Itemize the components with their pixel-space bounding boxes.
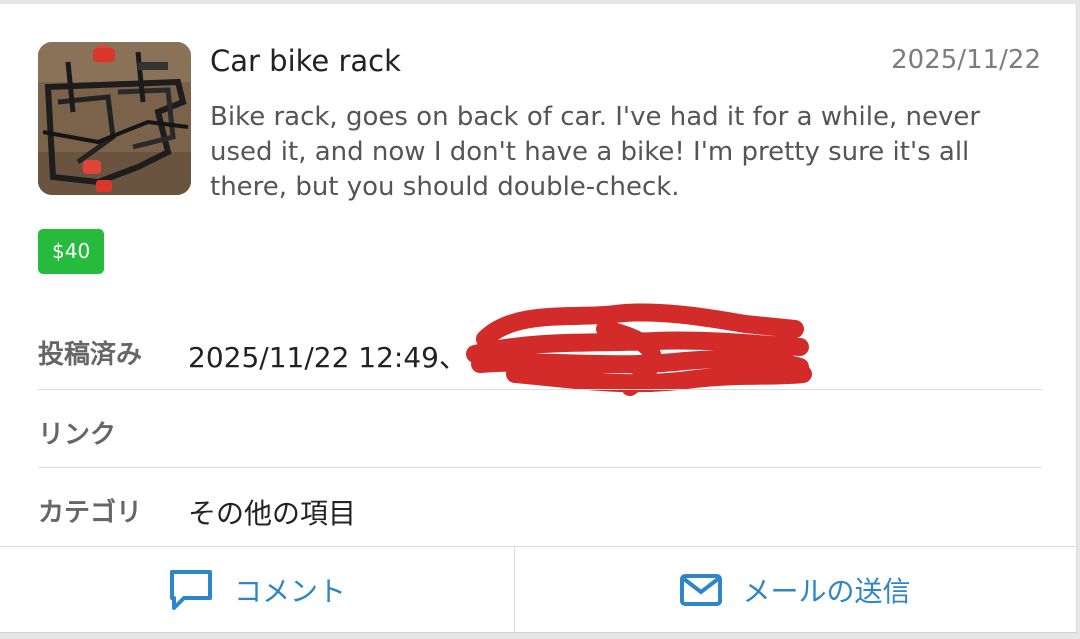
listing-card: Car bike rack 2025/11/22 Bike rack, goes… [0,4,1077,633]
divider [38,389,1042,390]
posted-value: 2025/11/22 12:49、 [188,341,467,374]
send-email-button[interactable]: メールの送信 [515,547,1076,633]
mail-icon [680,574,723,606]
posted-label: 投稿済み [38,340,143,370]
listing-description: Bike rack, goes on back of car. I've had… [210,102,981,202]
comment-icon [169,570,212,610]
category-label: カテゴリ [38,498,143,528]
redaction-scribble [466,303,812,396]
price-badge: $40 [38,229,105,274]
bike-rack-photo-icon [38,42,191,195]
listing-thumbnail[interactable] [38,42,191,195]
comment-button[interactable]: コメント [0,547,514,633]
divider [38,467,1042,468]
listing-title: Car bike rack [210,44,401,78]
comment-label: コメント [233,575,346,608]
listing-date: 2025/11/22 [891,45,1041,75]
category-link[interactable]: その他の項目 [188,492,356,532]
link-label: リンク [38,420,117,450]
email-label: メールの送信 [742,575,911,608]
action-bar: コメント メールの送信 [0,546,1076,633]
